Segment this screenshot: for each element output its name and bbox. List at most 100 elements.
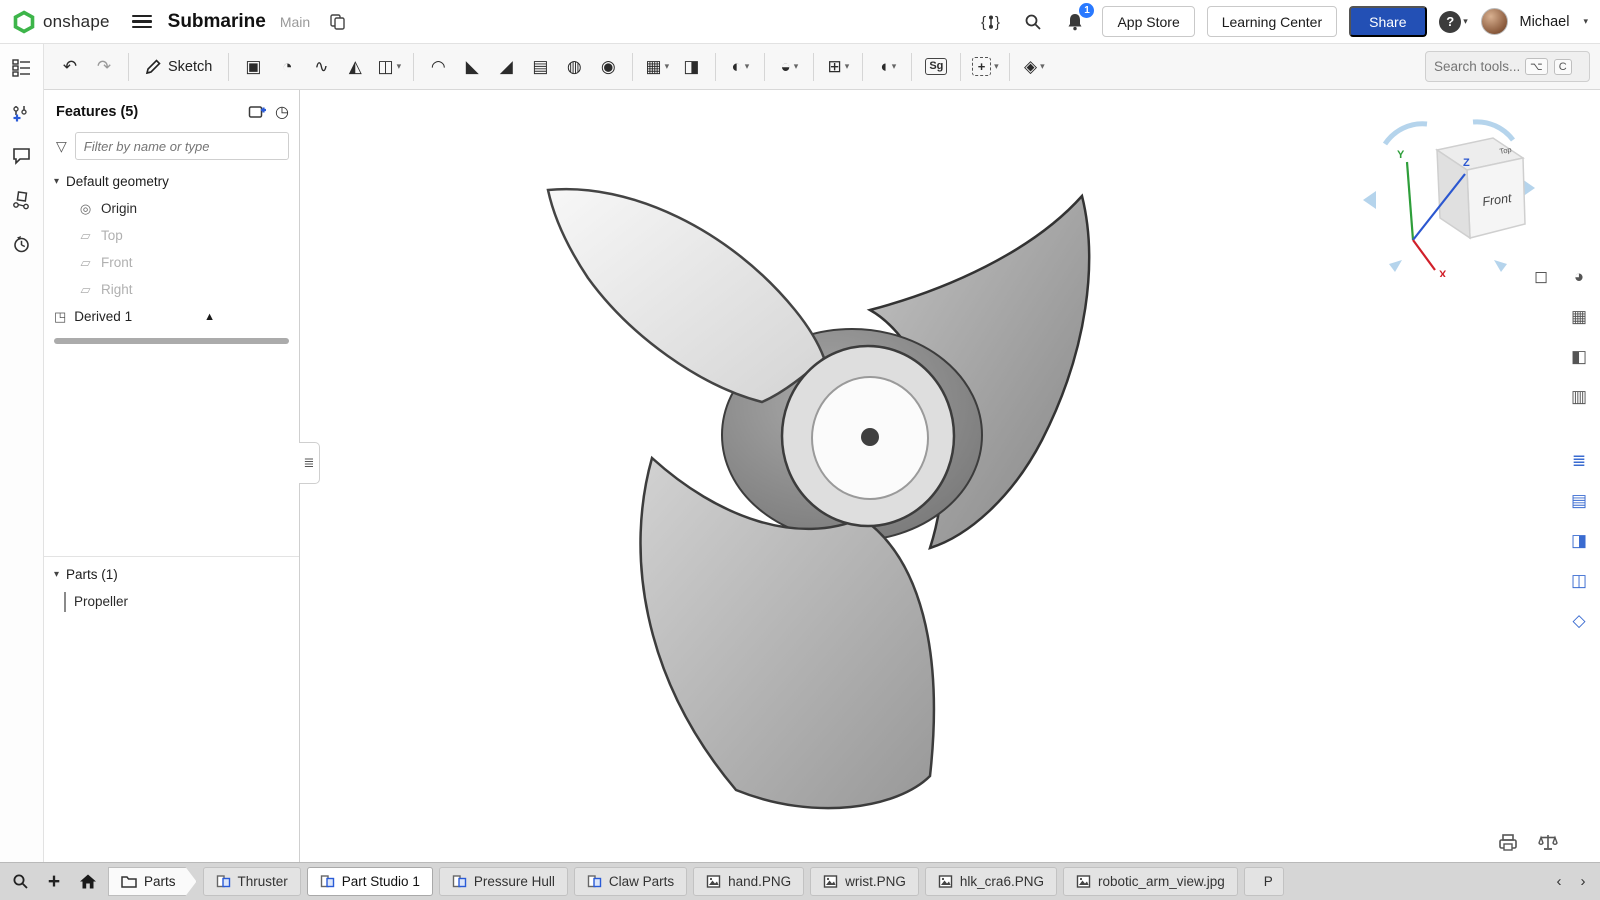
panel-history-icon[interactable] bbox=[8, 230, 36, 258]
feature-list-rail-icon[interactable]: ≣ bbox=[1564, 446, 1594, 476]
part-studio-icon bbox=[320, 874, 335, 889]
search-tabs-icon[interactable] bbox=[6, 868, 34, 896]
mass-properties-icon[interactable] bbox=[1536, 830, 1560, 854]
custom-feature-button[interactable]: ◈ bbox=[1018, 51, 1050, 83]
view-cube[interactable]: Top Front Y Z X bbox=[1355, 112, 1540, 277]
view-cube-toggle-icon[interactable]: ◻ bbox=[1526, 262, 1556, 292]
tree-item-origin[interactable]: ◎ Origin bbox=[44, 195, 299, 222]
derived-icon: ◳ bbox=[54, 309, 66, 325]
panel-collapse-handle[interactable]: ≣ bbox=[299, 442, 320, 484]
chamfer-button[interactable]: ◣ bbox=[456, 51, 488, 83]
share-button[interactable]: Share bbox=[1349, 6, 1426, 37]
tab-robotic-arm-view-jpg[interactable]: robotic_arm_view.jpg bbox=[1063, 867, 1238, 896]
tree-item-derived-1[interactable]: ◳ Derived 1 ▲ bbox=[44, 303, 299, 330]
revolve-button[interactable]: ◔ bbox=[271, 51, 303, 83]
mate-connector-button[interactable]: + bbox=[969, 51, 1001, 83]
feature-filter-input[interactable] bbox=[75, 132, 289, 160]
linear-pattern-button[interactable]: ▦ bbox=[641, 51, 673, 83]
kbd-c: C bbox=[1554, 59, 1572, 75]
panel-configurations-icon[interactable] bbox=[8, 98, 36, 126]
tree-item-top-plane[interactable]: ▱ Top bbox=[44, 222, 299, 249]
learning-center-button[interactable]: Learning Center bbox=[1207, 6, 1337, 37]
versions-icon[interactable]: {} bbox=[976, 7, 1006, 37]
viewcube-x-label: X bbox=[1439, 269, 1447, 277]
tab-scroll-left-icon[interactable]: ‹ bbox=[1548, 868, 1570, 896]
tree-item-propeller[interactable]: Propeller bbox=[44, 588, 299, 615]
view-orientation-icon[interactable]: ◇ bbox=[1564, 606, 1594, 636]
section-view-icon[interactable]: ◧ bbox=[1564, 342, 1594, 372]
onshape-logo[interactable]: onshape bbox=[12, 10, 110, 34]
search-icon[interactable] bbox=[1018, 7, 1048, 37]
loft-button[interactable]: ◭ bbox=[339, 51, 371, 83]
rollback-history-icon[interactable]: ◷ bbox=[275, 102, 289, 122]
sweep-button[interactable]: ∿ bbox=[305, 51, 337, 83]
tab-hlk-cra6-png[interactable]: hlk_cra6.PNG bbox=[925, 867, 1057, 896]
print-3d-icon[interactable] bbox=[1496, 830, 1520, 854]
tree-item-front-plane[interactable]: ▱ Front bbox=[44, 249, 299, 276]
split-button[interactable]: ◒ bbox=[773, 51, 805, 83]
named-views-icon[interactable]: ▥ bbox=[1564, 382, 1594, 412]
thicken-button[interactable]: ◫ bbox=[373, 51, 405, 83]
fillet-button[interactable]: ◠ bbox=[422, 51, 454, 83]
tab-claw-parts[interactable]: Claw Parts bbox=[574, 867, 687, 896]
notification-badge: 1 bbox=[1079, 3, 1094, 18]
document-tab-bar: + Parts Thruster Part Studio 1 Pressure … bbox=[0, 862, 1600, 900]
appearance-rail-icon[interactable]: ◨ bbox=[1564, 526, 1594, 556]
panel-feature-list-icon[interactable] bbox=[8, 54, 36, 82]
shell-button[interactable]: ◍ bbox=[558, 51, 590, 83]
warning-triangle-icon: ▲ bbox=[204, 311, 215, 323]
main-menu-icon[interactable] bbox=[132, 15, 152, 29]
rollback-bar[interactable] bbox=[54, 338, 289, 344]
panel-versions-graph-icon[interactable] bbox=[8, 186, 36, 214]
mirror-button[interactable]: ◨ bbox=[675, 51, 707, 83]
redo-button[interactable]: ↷ bbox=[88, 51, 120, 83]
avatar[interactable] bbox=[1481, 8, 1508, 35]
hole-button[interactable]: ◉ bbox=[592, 51, 624, 83]
tab-hand-png[interactable]: hand.PNG bbox=[693, 867, 804, 896]
search-tools-box[interactable]: ⌥ C bbox=[1425, 51, 1590, 82]
help-menu[interactable]: ? ▾ bbox=[1439, 7, 1469, 37]
notifications-bell-icon[interactable]: 1 bbox=[1060, 7, 1090, 37]
tree-group-default-geometry[interactable]: ▾ Default geometry bbox=[44, 168, 299, 195]
home-tab-icon[interactable] bbox=[74, 868, 102, 896]
features-header: Features (5) bbox=[56, 104, 240, 120]
search-tools-input[interactable] bbox=[1434, 59, 1519, 74]
insert-folder-icon[interactable] bbox=[248, 104, 267, 121]
tree-item-right-plane[interactable]: ▱ Right bbox=[44, 276, 299, 303]
extrude-button[interactable]: ▣ bbox=[237, 51, 269, 83]
plane-icon: ▱ bbox=[78, 255, 93, 271]
draft-button[interactable]: ◢ bbox=[490, 51, 522, 83]
copy-workspace-icon[interactable] bbox=[322, 7, 352, 37]
rib-button[interactable]: ▤ bbox=[524, 51, 556, 83]
isolate-icon[interactable]: ▦ bbox=[1564, 302, 1594, 332]
tab-pressure-hull[interactable]: Pressure Hull bbox=[439, 867, 568, 896]
workspace-name[interactable]: Main bbox=[280, 14, 310, 30]
tab-part-studio-1[interactable]: Part Studio 1 bbox=[307, 867, 433, 896]
folder-icon bbox=[121, 875, 137, 888]
plane-icon: ▱ bbox=[78, 228, 93, 244]
surface-button[interactable]: ◖ bbox=[871, 51, 903, 83]
tree-group-parts[interactable]: ▾ Parts (1) bbox=[44, 561, 299, 588]
configurations-rail-icon[interactable]: ◫ bbox=[1564, 566, 1594, 596]
transform-button[interactable]: ⊞ bbox=[822, 51, 854, 83]
feature-toolbar: ↶ ↷ Sketch ▣ ◔ ∿ ◭ ◫ ◠ ◣ ◢ ▤ ◍ ◉ ▦ ◨ ◐ bbox=[44, 44, 1600, 90]
tab-wrist-png[interactable]: wrist.PNG bbox=[810, 867, 919, 896]
app-store-button[interactable]: App Store bbox=[1102, 6, 1194, 37]
new-tab-button[interactable]: + bbox=[40, 868, 68, 896]
user-name[interactable]: Michael bbox=[1520, 14, 1570, 30]
svg-text:{: { bbox=[981, 14, 986, 31]
image-icon bbox=[823, 874, 838, 889]
panel-comments-icon[interactable] bbox=[8, 142, 36, 170]
parts-list-rail-icon[interactable]: ▤ bbox=[1564, 486, 1594, 516]
undo-button[interactable]: ↶ bbox=[54, 51, 86, 83]
tab-partial[interactable]: P bbox=[1244, 867, 1284, 896]
tab-scroll-right-icon[interactable]: › bbox=[1572, 868, 1594, 896]
model-viewport[interactable]: Top Front Y Z X ◻ ◕ ▦ ◧ ▥ bbox=[300, 90, 1600, 862]
sketch-group-button[interactable]: Sg bbox=[920, 51, 952, 83]
display-settings-icon[interactable]: ◕ bbox=[1564, 262, 1594, 292]
folder-tab-parts[interactable]: Parts bbox=[108, 867, 197, 896]
sketch-button[interactable]: Sketch bbox=[137, 51, 220, 83]
tab-thruster[interactable]: Thruster bbox=[203, 867, 301, 896]
boolean-button[interactable]: ◐ bbox=[724, 51, 756, 83]
origin-icon: ◎ bbox=[78, 201, 93, 217]
